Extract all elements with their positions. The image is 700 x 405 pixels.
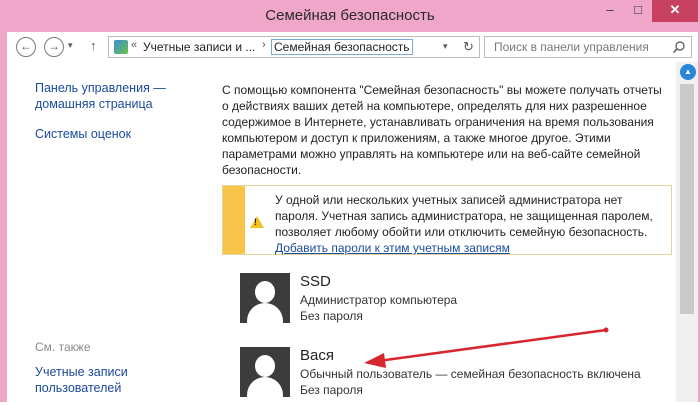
annotation-arrow-icon <box>364 327 609 368</box>
